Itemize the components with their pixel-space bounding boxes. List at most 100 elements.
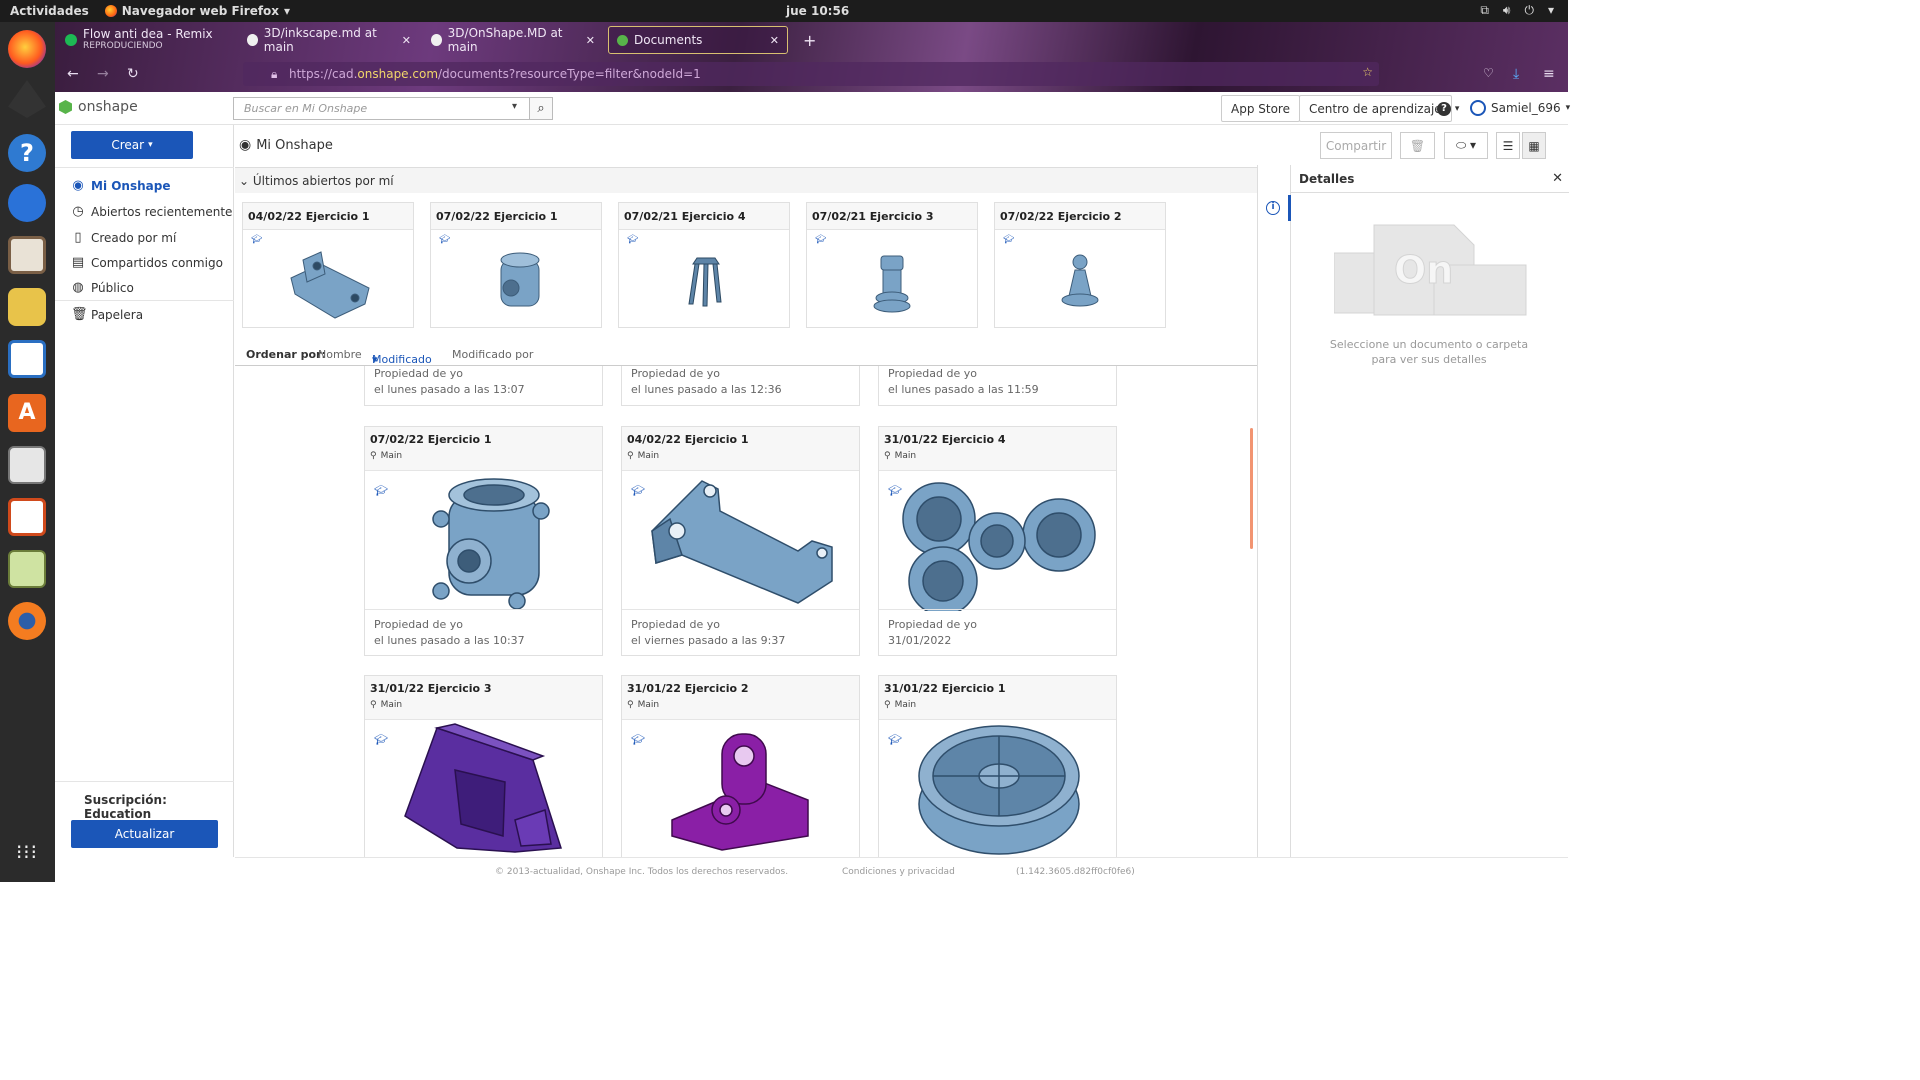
forward-button[interactable]: →: [97, 66, 109, 82]
grid-view-button[interactable]: ▦: [1522, 132, 1546, 159]
sidebar-item-label: Abiertos recientemente: [91, 204, 233, 219]
active-app-menu[interactable]: Navegador web Firefox ▾: [104, 4, 291, 18]
clock[interactable]: jue 10:56: [786, 4, 849, 18]
network-icon: ⧉: [1480, 3, 1489, 17]
show-apps-icon[interactable]: ⁝⁝⁝: [8, 834, 46, 872]
url-path: /documents?resourceType=filter&nodeId=1: [438, 67, 701, 81]
tab-title: Documents: [634, 33, 703, 47]
sort-by-modified-by[interactable]: Modificado por: [452, 348, 533, 361]
activities-button[interactable]: Actividades: [10, 4, 89, 18]
delete-button[interactable]: 🗑︎: [1400, 132, 1435, 159]
document-card[interactable]: 31/01/22 Ejercicio 3 ⚲ Main 🎓︎: [364, 675, 603, 857]
document-card[interactable]: Propiedad de yo el lunes pasado a las 11:…: [878, 366, 1117, 406]
document-card[interactable]: Propiedad de yo el lunes pasado a las 13:…: [364, 366, 603, 406]
system-tray[interactable]: ⧉ 🔊︎ ⏻ ▾: [1480, 3, 1554, 18]
impress-icon[interactable]: [8, 498, 46, 536]
document-name: 07/02/21 Ejercicio 3: [807, 203, 977, 230]
writer-icon[interactable]: [8, 340, 46, 378]
sidebar-item-shared[interactable]: ▤ Compartidos conmigo: [71, 255, 223, 270]
document-owner: Propiedad de yo: [888, 367, 977, 380]
sidebar-item-recent[interactable]: ◷ Abiertos recientemente: [71, 204, 232, 219]
info-icon[interactable]: i: [1266, 201, 1280, 215]
pocket-icon[interactable]: ♡: [1483, 66, 1494, 80]
help-menu[interactable]: ? ▾: [1437, 100, 1459, 116]
document-branch: Main: [380, 700, 403, 710]
document-owner: Propiedad de yo: [374, 367, 463, 380]
search-dropdown-icon[interactable]: ▾: [512, 101, 517, 112]
branch-pin-icon: ⚲: [627, 700, 634, 710]
document-card[interactable]: Propiedad de yo el lunes pasado a las 12:…: [621, 366, 860, 406]
document-card[interactable]: 31/01/22 Ejercicio 4 ⚲ Main 🎓︎ Propiedad d…: [878, 426, 1117, 656]
document-branch: Main: [637, 451, 660, 461]
blender-icon[interactable]: [8, 602, 46, 640]
recent-document-card[interactable]: 07/02/22 Ejercicio 1 🎓︎: [430, 202, 602, 328]
volume-icon: 🔊︎: [1502, 3, 1511, 17]
reload-icon: ↻: [127, 66, 139, 82]
document-card[interactable]: 07/02/22 Ejercicio 1 ⚲ Main 🎓︎ Propiedad d…: [364, 426, 603, 656]
update-button[interactable]: Actualizar: [71, 820, 218, 848]
subscription-info: Suscripción: Education: [84, 793, 233, 821]
label-button[interactable]: ⬭ ▾: [1444, 132, 1488, 159]
learning-center-button[interactable]: Centro de aprendizaje: [1299, 95, 1452, 122]
menu-icon[interactable]: ≡: [1543, 66, 1555, 82]
os-top-bar: Actividades Navegador web Firefox ▾ jue …: [0, 0, 1568, 22]
software-icon[interactable]: A: [8, 394, 46, 432]
page-title-text: Mi Onshape: [256, 137, 333, 153]
document-card[interactable]: 04/02/22 Ejercicio 1 ⚲ Main 🎓︎ Propiedad d…: [621, 426, 860, 656]
firefox-icon[interactable]: [8, 30, 46, 68]
tab-inkscape-md[interactable]: 3D/inkscape.md at main ✕: [239, 26, 419, 54]
onshape-document-placeholder-icon: On: [1334, 224, 1527, 316]
list-view-button[interactable]: ☰: [1496, 132, 1520, 159]
url-bar[interactable]: 🔒︎ https://cad. onshape.com/documents?res…: [243, 62, 1379, 86]
download-icon[interactable]: ⤓: [1513, 66, 1519, 82]
scrollbar[interactable]: [1250, 428, 1253, 549]
document-card[interactable]: 31/01/22 Ejercicio 1 ⚲ Main 🎓︎: [878, 675, 1117, 857]
bookmark-star-icon[interactable]: ☆: [1362, 65, 1373, 79]
document-card[interactable]: 31/01/22 Ejercicio 2 ⚲ Main 🎓︎: [621, 675, 860, 857]
recent-section-header[interactable]: ⌄ Últimos abiertos por mí: [235, 167, 1257, 193]
image-viewer-icon[interactable]: [8, 550, 46, 588]
reload-button[interactable]: ↻: [127, 66, 139, 82]
help-icon: ?: [1437, 102, 1451, 116]
create-button[interactable]: Crear ▾: [71, 131, 193, 159]
user-avatar-icon: [1470, 100, 1486, 116]
sidebar-item-created-by-me[interactable]: ▯ Creado por mí: [71, 230, 176, 245]
thunderbird-icon[interactable]: [8, 184, 46, 222]
sidebar-item-my-onshape[interactable]: ◉ Mi Onshape: [71, 178, 170, 193]
search-input[interactable]: Buscar en Mi Onshape: [233, 97, 553, 120]
recent-document-card[interactable]: 07/02/21 Ejercicio 3 🎓︎: [806, 202, 978, 328]
tab-documents[interactable]: Documents ✕: [608, 26, 788, 54]
tab-spotify[interactable]: Flow anti dea - Remix REPRODUCIENDO: [57, 26, 235, 54]
files-icon[interactable]: [8, 236, 46, 274]
search-button[interactable]: ⌕: [529, 97, 553, 120]
recent-document-card[interactable]: 04/02/22 Ejercicio 1 🎓︎: [242, 202, 414, 328]
sidebar-item-public[interactable]: ◍ Público: [71, 280, 134, 295]
arrow-left-icon: ←: [67, 66, 79, 82]
app-store-button[interactable]: App Store: [1221, 95, 1300, 122]
sort-by-name[interactable]: Nombre: [318, 348, 362, 361]
details-header: Detalles ✕: [1291, 165, 1569, 193]
close-icon[interactable]: ✕: [770, 34, 779, 47]
onshape-logo[interactable]: onshape: [59, 99, 138, 115]
back-button[interactable]: ←: [67, 66, 79, 82]
rhythmbox-icon[interactable]: [8, 288, 46, 326]
recent-document-card[interactable]: 07/02/22 Ejercicio 2 🎓︎: [994, 202, 1166, 328]
help-icon[interactable]: ?: [8, 134, 46, 172]
chevron-down-icon: ▾: [284, 4, 291, 18]
inkscape-icon[interactable]: [8, 80, 46, 118]
close-icon[interactable]: ✕: [586, 34, 595, 47]
new-tab-button[interactable]: +: [795, 26, 824, 54]
close-icon[interactable]: ✕: [402, 34, 411, 47]
user-menu[interactable]: Samiel_696 ▾: [1470, 100, 1570, 116]
subscription-value: Education: [84, 807, 152, 821]
share-button[interactable]: Compartir: [1320, 132, 1392, 159]
plus-icon: +: [803, 30, 817, 50]
terms-link[interactable]: Condiciones y privacidad: [842, 867, 955, 877]
calculator-icon[interactable]: [8, 446, 46, 484]
part-thumbnail: [873, 255, 911, 313]
tab-onshape-md[interactable]: 3D/OnShape.MD at main ✕: [423, 26, 603, 54]
recent-document-card[interactable]: 07/02/21 Ejercicio 4 🎓︎: [618, 202, 790, 328]
sidebar-item-label: Papelera: [91, 307, 144, 322]
close-icon[interactable]: ✕: [1552, 171, 1563, 186]
sidebar-item-trash[interactable]: 🗑︎ Papelera: [71, 307, 143, 322]
